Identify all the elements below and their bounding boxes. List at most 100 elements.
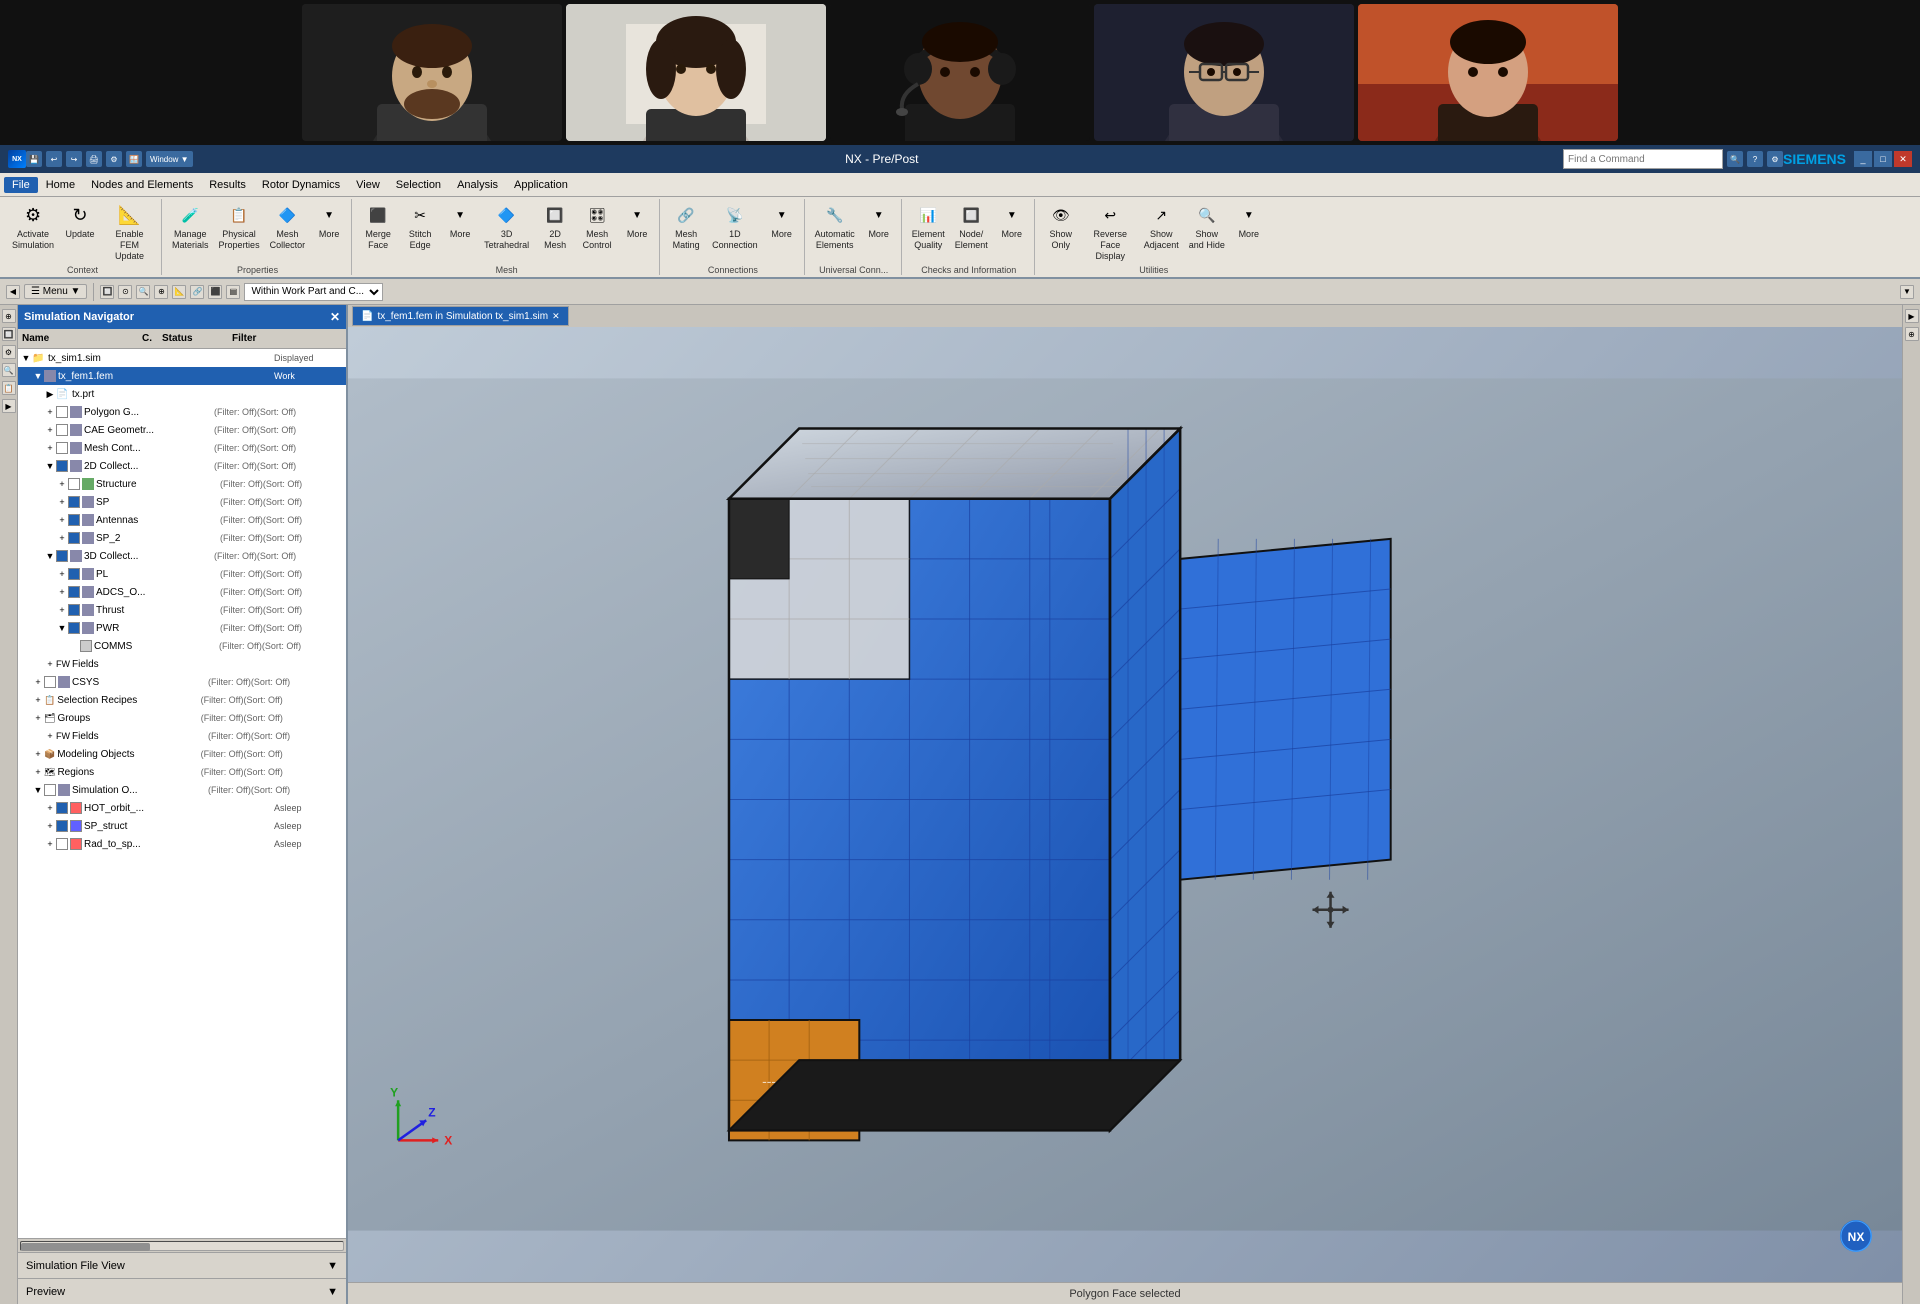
expand-regions[interactable]: + (32, 766, 44, 778)
cmd-bar-snap-7[interactable]: ⬛ (208, 285, 222, 299)
expand-pl[interactable]: + (56, 568, 68, 580)
search-tb-icon[interactable]: 🔍 (1727, 151, 1743, 167)
check-pl[interactable] (68, 568, 80, 580)
nav-item-hot[interactable]: + HOT_orbit_... Asleep (18, 799, 346, 817)
reverse-face-btn[interactable]: ↩ ReverseFace Display (1083, 199, 1138, 263)
side-icon-4[interactable]: 🔍 (2, 363, 16, 377)
cmd-bar-icon-1[interactable]: ◀ (6, 285, 20, 299)
nav-item-thrust[interactable]: + Thrust (Filter: Off)(Sort: Off) (18, 601, 346, 619)
nav-item-structure[interactable]: + Structure (Filter: Off)(Sort: Off) (18, 475, 346, 493)
nav-item-2d[interactable]: ▼ 2D Collect... (Filter: Off)(Sort: Off) (18, 457, 346, 475)
side-icon-1[interactable]: ⊕ (2, 309, 16, 323)
expand-mc[interactable]: + (44, 442, 56, 454)
expand-adcs[interactable]: + (56, 586, 68, 598)
check-pg[interactable] (56, 406, 68, 418)
side-icon-3[interactable]: ⚙ (2, 345, 16, 359)
2d-mesh-btn[interactable]: 🔲 2DMesh (535, 199, 575, 253)
expand-simo[interactable]: ▼ (32, 784, 44, 796)
cmd-bar-snap-3[interactable]: 🔍 (136, 285, 150, 299)
tb-icon-4[interactable]: 🖨 (86, 151, 102, 167)
1d-connection-btn[interactable]: 📡 1DConnection (708, 199, 762, 253)
scrollbar-track[interactable] (20, 1241, 344, 1251)
nav-item-mo[interactable]: + 📦 Modeling Objects (Filter: Off)(Sort:… (18, 745, 346, 763)
check-sp2[interactable] (68, 532, 80, 544)
check-hot[interactable] (56, 802, 68, 814)
mesh2-more-btn[interactable]: ▼ More (619, 199, 655, 242)
expand-pwr[interactable]: ▼ (56, 622, 68, 634)
cmd-bar-snap-4[interactable]: ⊕ (154, 285, 168, 299)
check-pwr[interactable] (68, 622, 80, 634)
nav-item-sp[interactable]: + SP (Filter: Off)(Sort: Off) (18, 493, 346, 511)
update-btn[interactable]: ↻ Update (60, 199, 100, 242)
mesh-mating-btn[interactable]: 🔗 MeshMating (666, 199, 706, 253)
nav-item-sel-recipes[interactable]: + 📋 Selection Recipes (Filter: Off)(Sort… (18, 691, 346, 709)
window-dropdown[interactable]: Window ▼ (146, 151, 193, 167)
show-hide-btn[interactable]: 🔍 Showand Hide (1185, 199, 1229, 253)
univ-more-btn[interactable]: ▼ More (861, 199, 897, 242)
nav-item-pl[interactable]: + PL (Filter: Off)(Sort: Off) (18, 565, 346, 583)
element-quality-btn[interactable]: 📊 ElementQuality (908, 199, 949, 253)
expand-comms[interactable] (68, 640, 80, 652)
menu-file[interactable]: File (4, 177, 38, 193)
check-csys[interactable] (44, 676, 56, 688)
menu-analysis[interactable]: Analysis (449, 177, 506, 193)
stitch-edge-btn[interactable]: ✂ StitchEdge (400, 199, 440, 253)
nav-item-sp2[interactable]: + SP_2 (Filter: Off)(Sort: Off) (18, 529, 346, 547)
check-thrust[interactable] (68, 604, 80, 616)
mesh-more-btn[interactable]: ▼ More (442, 199, 478, 242)
expand-fields2[interactable]: + (44, 730, 56, 742)
close-button[interactable]: ✕ (1894, 151, 1912, 167)
nav-item-adcs[interactable]: + ADCS_O... (Filter: Off)(Sort: Off) (18, 583, 346, 601)
nav-item-pwr[interactable]: ▼ PWR (Filter: Off)(Sort: Off) (18, 619, 346, 637)
preview-arrow[interactable]: ▼ (327, 1286, 338, 1298)
check-sp[interactable] (68, 496, 80, 508)
menu-button[interactable]: ☰ Menu ▼ (24, 284, 87, 299)
menu-selection[interactable]: Selection (388, 177, 449, 193)
redo-icon-tb[interactable]: ↪ (66, 151, 82, 167)
cmd-bar-snap-1[interactable]: 🔲 (100, 285, 114, 299)
menu-home[interactable]: Home (38, 177, 83, 193)
nav-item-groups[interactable]: + 🗂 Groups (Filter: Off)(Sort: Off) (18, 709, 346, 727)
show-adjacent-btn[interactable]: ↗ ShowAdjacent (1140, 199, 1183, 253)
cmd-bar-snap-2[interactable]: ⊙ (118, 285, 132, 299)
nav-item-fields1[interactable]: + FW Fields (18, 655, 346, 673)
video-tile-3[interactable] (830, 4, 1090, 141)
expand-sp2[interactable]: + (56, 532, 68, 544)
nav-item-3d[interactable]: ▼ 3D Collect... (Filter: Off)(Sort: Off) (18, 547, 346, 565)
side-icon-2[interactable]: 🔲 (2, 327, 16, 341)
manage-materials-btn[interactable]: 🧪 ManageMaterials (168, 199, 213, 253)
nx-bottom-icon[interactable]: NX (1840, 1220, 1872, 1252)
help-tb-icon[interactable]: ? (1747, 151, 1763, 167)
checks-more-btn[interactable]: ▼ More (994, 199, 1030, 242)
expand-antennas[interactable]: + (56, 514, 68, 526)
mesh-collector-btn[interactable]: 🔷 MeshCollector (266, 199, 310, 253)
enable-fem-btn[interactable]: 📐 Enable FEMUpdate (102, 199, 157, 263)
3d-tetrahedral-btn[interactable]: 🔷 3DTetrahedral (480, 199, 533, 253)
nav-item-antennas[interactable]: + Antennas (Filter: Off)(Sort: Off) (18, 511, 346, 529)
check-structure[interactable] (68, 478, 80, 490)
nav-item-spstruct[interactable]: + SP_struct Asleep (18, 817, 346, 835)
right-icon-2[interactable]: ⊕ (1905, 327, 1919, 341)
physical-properties-btn[interactable]: 📋 PhysicalProperties (215, 199, 264, 253)
sim-file-view-arrow[interactable]: ▼ (327, 1260, 338, 1272)
nav-item-fem[interactable]: ▼ tx_fem1.fem Work (18, 367, 346, 385)
vp-tab-close[interactable]: ✕ (552, 311, 560, 322)
expand-2d[interactable]: ▼ (44, 460, 56, 472)
filter-dropdown[interactable]: Within Work Part and C... (244, 283, 383, 301)
menu-results[interactable]: Results (201, 177, 254, 193)
check-3d[interactable] (56, 550, 68, 562)
expand-cae[interactable]: + (44, 424, 56, 436)
expand-prt[interactable]: ▶ (44, 388, 56, 400)
settings-tb-icon[interactable]: ⚙ (1767, 151, 1783, 167)
video-tile-1[interactable] (302, 4, 562, 141)
check-rad[interactable] (56, 838, 68, 850)
nav-item-fields2[interactable]: + FW Fields (Filter: Off)(Sort: Off) (18, 727, 346, 745)
maximize-button[interactable]: □ (1874, 151, 1892, 167)
nav-item-simo[interactable]: ▼ Simulation O... (Filter: Off)(Sort: Of… (18, 781, 346, 799)
video-tile-5[interactable] (1358, 4, 1618, 141)
nav-scrollbar-h[interactable] (18, 1238, 346, 1252)
cmd-bar-snap-6[interactable]: 🔗 (190, 285, 204, 299)
tb-icon-6[interactable]: 🪟 (126, 151, 142, 167)
find-command-input[interactable] (1563, 149, 1723, 169)
expand-fem[interactable]: ▼ (32, 370, 44, 382)
